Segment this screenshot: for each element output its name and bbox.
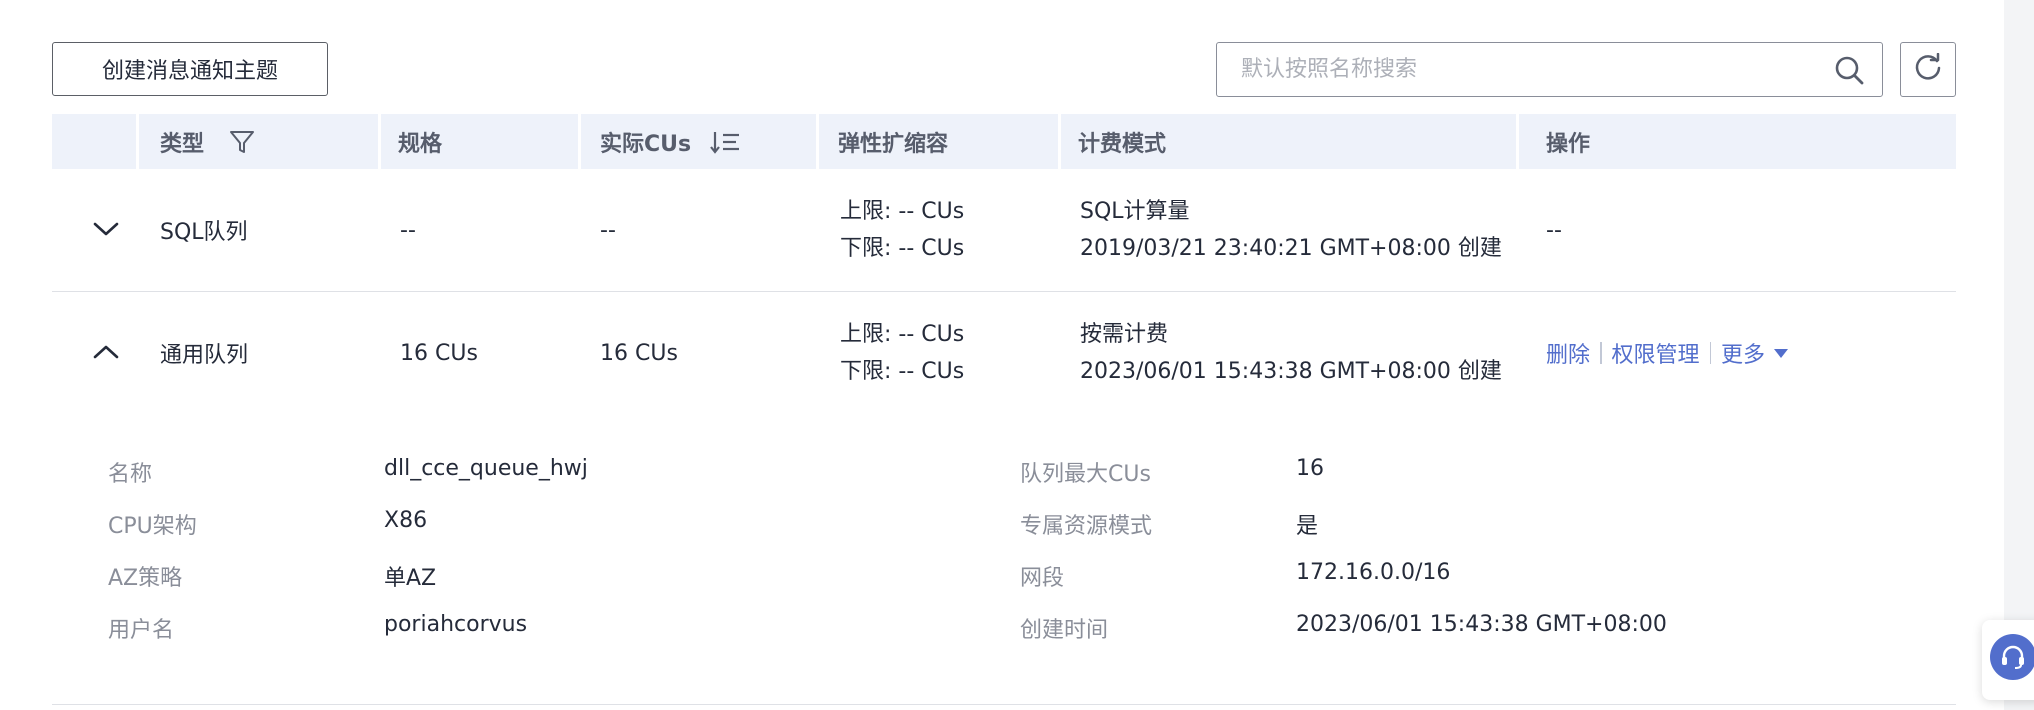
elastic-upper: 上限: -- CUs bbox=[840, 322, 965, 347]
filter-icon[interactable] bbox=[228, 128, 256, 156]
chevron-down-icon[interactable] bbox=[92, 215, 120, 243]
table-row: 通用队列 16 CUs 16 CUs 上限: -- CUs 下限: -- CUs… bbox=[52, 292, 1956, 415]
refresh-icon bbox=[1913, 52, 1943, 87]
op-divider bbox=[1709, 342, 1712, 364]
detail-label: AZ策略 bbox=[108, 566, 183, 591]
headset-icon bbox=[1990, 634, 2034, 680]
detail-label: CPU架构 bbox=[108, 514, 197, 539]
column-header-billing: 计费模式 bbox=[1078, 131, 1167, 157]
search-box bbox=[1216, 42, 1883, 97]
queue-operations: -- bbox=[1546, 217, 1562, 243]
queue-billing: SQL计算量 2019/03/21 23:40:21 GMT+08:00 创建 bbox=[1080, 169, 1502, 291]
billing-mode: 按需计费 bbox=[1080, 322, 1169, 347]
elastic-upper: 上限: -- CUs bbox=[840, 199, 965, 224]
column-header-spec: 规格 bbox=[398, 131, 443, 157]
queue-type: 通用队列 bbox=[160, 343, 249, 368]
table-row: SQL队列 -- -- 上限: -- CUs 下限: -- CUs SQL计算量… bbox=[52, 169, 1956, 292]
queue-panel: 创建消息通知主题 类型 规格 实际CUs 弹性扩缩容 bbox=[0, 0, 2004, 710]
column-divider bbox=[816, 114, 819, 169]
detail-label: 用户名 bbox=[108, 618, 175, 643]
op-divider bbox=[1600, 342, 1602, 364]
detail-label: 创建时间 bbox=[1020, 618, 1109, 643]
queue-detail-panel: 名称 dll_cce_queue_hwj CPU架构 X86 AZ策略 单AZ … bbox=[52, 414, 1956, 705]
column-header-actual-cus: 实际CUs bbox=[600, 114, 741, 169]
column-divider bbox=[136, 114, 139, 169]
table-header: 类型 规格 实际CUs 弹性扩缩容 计费模式 操作 bbox=[52, 114, 1956, 170]
delete-link[interactable]: 删除 bbox=[1546, 337, 1590, 369]
queue-operations: 删除 权限管理 更多 bbox=[1546, 292, 1789, 414]
queue-elastic: 上限: -- CUs 下限: -- CUs bbox=[840, 169, 964, 291]
detail-value: 172.16.0.0/16 bbox=[1296, 560, 1451, 585]
queue-billing: 按需计费 2023/06/01 15:43:38 GMT+08:00 创建 bbox=[1080, 292, 1502, 414]
more-label: 更多 bbox=[1721, 343, 1766, 368]
queue-elastic: 上限: -- CUs 下限: -- CUs bbox=[840, 292, 964, 414]
queue-actual-cus: 16 CUs bbox=[600, 340, 678, 366]
column-divider bbox=[1058, 114, 1061, 169]
create-topic-button[interactable]: 创建消息通知主题 bbox=[52, 42, 328, 96]
queue-actual-cus: -- bbox=[600, 217, 616, 243]
billing-mode: SQL计算量 bbox=[1080, 199, 1190, 224]
queue-type: SQL队列 bbox=[160, 220, 248, 245]
detail-label: 队列最大CUs bbox=[1020, 462, 1151, 487]
detail-value: 16 bbox=[1296, 456, 1324, 481]
more-dropdown[interactable]: 更多 bbox=[1721, 337, 1789, 369]
refresh-button[interactable] bbox=[1900, 42, 1956, 97]
detail-value: 单AZ bbox=[384, 566, 437, 591]
column-divider bbox=[578, 114, 581, 169]
queue-spec: -- bbox=[400, 217, 416, 243]
sort-icon[interactable] bbox=[709, 129, 741, 155]
detail-label: 专属资源模式 bbox=[1020, 514, 1153, 539]
column-header-actual-cus-label: 实际CUs bbox=[600, 131, 692, 157]
chevron-up-icon[interactable] bbox=[92, 338, 120, 366]
column-header-operations: 操作 bbox=[1546, 131, 1591, 157]
detail-value: dll_cce_queue_hwj bbox=[384, 456, 588, 481]
column-header-type: 类型 bbox=[160, 114, 256, 169]
help-float-button[interactable] bbox=[1982, 620, 2034, 700]
column-divider bbox=[1516, 114, 1519, 169]
detail-label: 名称 bbox=[108, 462, 153, 487]
queue-spec: 16 CUs bbox=[400, 340, 478, 366]
column-header-elastic: 弹性扩缩容 bbox=[838, 131, 949, 157]
detail-value: 2023/06/01 15:43:38 GMT+08:00 bbox=[1296, 612, 1667, 637]
billing-created: 2023/06/01 15:43:38 GMT+08:00 创建 bbox=[1080, 359, 1502, 384]
search-icon[interactable] bbox=[1832, 53, 1866, 87]
search-input[interactable] bbox=[1217, 43, 1832, 96]
detail-label: 网段 bbox=[1020, 566, 1065, 591]
permission-link[interactable]: 权限管理 bbox=[1612, 337, 1700, 369]
elastic-lower: 下限: -- CUs bbox=[840, 359, 965, 384]
elastic-lower: 下限: -- CUs bbox=[840, 236, 965, 261]
detail-value: poriahcorvus bbox=[384, 612, 528, 637]
column-divider bbox=[378, 114, 381, 169]
billing-created: 2019/03/21 23:40:21 GMT+08:00 创建 bbox=[1080, 236, 1502, 261]
detail-value: X86 bbox=[384, 508, 428, 533]
detail-value: 是 bbox=[1296, 514, 1319, 539]
column-header-type-label: 类型 bbox=[160, 131, 205, 157]
caret-down-icon bbox=[1773, 347, 1789, 359]
